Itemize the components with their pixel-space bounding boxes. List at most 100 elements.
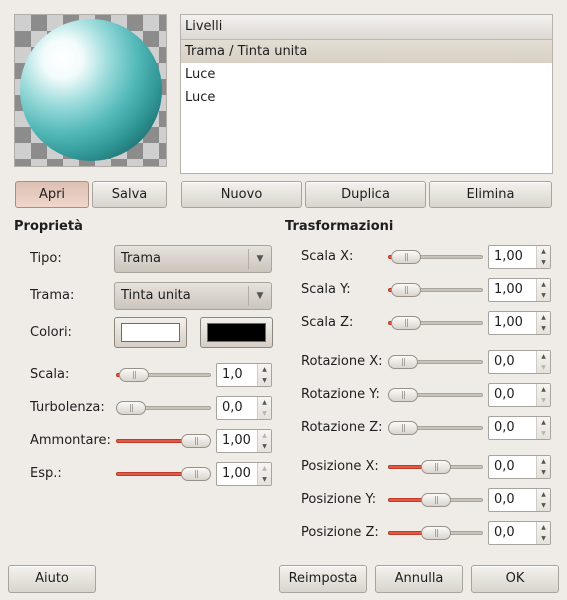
- rot-z-slider[interactable]: ||: [388, 420, 483, 436]
- slider-handle[interactable]: ||: [181, 467, 211, 481]
- cancel-button[interactable]: Annulla: [375, 565, 463, 593]
- rot-y-spinbutton[interactable]: 0,0 ▲ ▼: [488, 383, 551, 407]
- rot-x-spinbutton[interactable]: 0,0 ▲ ▼: [488, 350, 551, 374]
- spin-down-icon[interactable]: ▼: [537, 362, 550, 373]
- slider-handle[interactable]: ||: [391, 283, 421, 297]
- scale-z-value[interactable]: 1,00: [494, 312, 523, 334]
- pos-x-slider[interactable]: ||: [388, 459, 483, 475]
- layers-list[interactable]: Livelli Trama / Tinta unita Luce Luce: [180, 14, 553, 174]
- color1-button[interactable]: [114, 317, 187, 348]
- slider-handle[interactable]: ||: [391, 316, 421, 330]
- pos-y-value[interactable]: 0,0: [494, 489, 515, 511]
- scale-slider[interactable]: ||: [116, 367, 211, 383]
- spin-down-icon[interactable]: ▼: [537, 428, 550, 439]
- texture-label: Trama:: [30, 288, 75, 303]
- spin-up-icon[interactable]: ▲: [537, 489, 550, 500]
- spin-down-icon[interactable]: ▼: [258, 441, 271, 452]
- type-combo[interactable]: Trama ▼: [114, 245, 272, 273]
- slider-handle[interactable]: ||: [391, 250, 421, 264]
- pos-z-spinbutton[interactable]: 0,0 ▲ ▼: [488, 521, 551, 545]
- spin-up-icon[interactable]: ▲: [537, 246, 550, 257]
- spin-down-icon[interactable]: ▼: [258, 408, 271, 419]
- turbulence-slider[interactable]: ||: [116, 400, 211, 416]
- amount-slider[interactable]: ||: [116, 433, 211, 449]
- layer-item[interactable]: Luce: [181, 86, 552, 109]
- scale-spinbutton[interactable]: 1,0 ▲ ▼: [216, 363, 272, 387]
- color2-button[interactable]: [200, 317, 273, 348]
- spin-up-icon[interactable]: ▲: [537, 522, 550, 533]
- spin-up-icon[interactable]: ▲: [258, 364, 271, 375]
- rot-x-slider[interactable]: ||: [388, 354, 483, 370]
- spin-up-icon[interactable]: ▲: [537, 312, 550, 323]
- spin-up-icon[interactable]: ▲: [537, 384, 550, 395]
- slider-handle[interactable]: ||: [388, 388, 418, 402]
- pos-y-spinbutton[interactable]: 0,0 ▲ ▼: [488, 488, 551, 512]
- slider-handle[interactable]: ||: [181, 434, 211, 448]
- texture-combo[interactable]: Tinta unita ▼: [114, 282, 272, 310]
- amount-value[interactable]: 1,00: [222, 430, 251, 452]
- scale-y-slider[interactable]: ||: [388, 282, 483, 298]
- spin-down-icon[interactable]: ▼: [537, 395, 550, 406]
- slider-handle[interactable]: ||: [388, 355, 418, 369]
- spin-up-icon[interactable]: ▲: [537, 456, 550, 467]
- exp-slider[interactable]: ||: [116, 466, 211, 482]
- pos-x-value[interactable]: 0,0: [494, 456, 515, 478]
- scale-z-spinbutton[interactable]: 1,00 ▲ ▼: [488, 311, 551, 335]
- spin-up-icon[interactable]: ▲: [258, 397, 271, 408]
- scale-x-value[interactable]: 1,00: [494, 246, 523, 268]
- pos-y-slider[interactable]: ||: [388, 492, 483, 508]
- delete-layer-button[interactable]: Elimina: [429, 181, 552, 208]
- pos-x-spinbutton[interactable]: 0,0 ▲ ▼: [488, 455, 551, 479]
- slider-handle[interactable]: ||: [119, 368, 149, 382]
- slider-handle[interactable]: ||: [116, 401, 146, 415]
- scale-y-value[interactable]: 1,00: [494, 279, 523, 301]
- scale-x-slider[interactable]: ||: [388, 249, 483, 265]
- pos-z-value[interactable]: 0,0: [494, 522, 515, 544]
- rot-y-slider[interactable]: ||: [388, 387, 483, 403]
- amount-spinbutton[interactable]: 1,00 ▲ ▼: [216, 429, 272, 453]
- spin-up-icon[interactable]: ▲: [537, 279, 550, 290]
- turbulence-value[interactable]: 0,0: [222, 397, 243, 419]
- spin-down-icon[interactable]: ▼: [537, 467, 550, 478]
- slider-handle[interactable]: ||: [421, 493, 451, 507]
- spin-down-icon[interactable]: ▼: [537, 257, 550, 268]
- spin-up-icon[interactable]: ▲: [258, 463, 271, 474]
- pos-z-slider[interactable]: ||: [388, 525, 483, 541]
- scale-value[interactable]: 1,0: [222, 364, 243, 386]
- duplicate-layer-button[interactable]: Duplica: [305, 181, 426, 208]
- spin-down-icon[interactable]: ▼: [537, 290, 550, 301]
- rot-z-spinbutton[interactable]: 0,0 ▲ ▼: [488, 416, 551, 440]
- rot-y-label: Rotazione Y:: [301, 387, 380, 402]
- spin-down-icon[interactable]: ▼: [537, 500, 550, 511]
- spin-up-icon[interactable]: ▲: [537, 351, 550, 362]
- new-layer-button[interactable]: Nuovo: [181, 181, 302, 208]
- scale-y-spinbutton[interactable]: 1,00 ▲ ▼: [488, 278, 551, 302]
- save-button[interactable]: Salva: [92, 181, 167, 208]
- layer-item[interactable]: Luce: [181, 63, 552, 86]
- rot-z-value[interactable]: 0,0: [494, 417, 515, 439]
- turbulence-spinbutton[interactable]: 0,0 ▲ ▼: [216, 396, 272, 420]
- reset-button[interactable]: Reimposta: [279, 565, 367, 593]
- slider-handle[interactable]: ||: [388, 421, 418, 435]
- help-button[interactable]: Aiuto: [8, 565, 96, 593]
- spin-down-icon[interactable]: ▼: [537, 323, 550, 334]
- ok-button[interactable]: OK: [471, 565, 559, 593]
- spin-up-icon[interactable]: ▲: [537, 417, 550, 428]
- spin-down-icon[interactable]: ▼: [258, 474, 271, 485]
- scale-x-spinbutton[interactable]: 1,00 ▲ ▼: [488, 245, 551, 269]
- rot-y-value[interactable]: 0,0: [494, 384, 515, 406]
- scale-x-label: Scala X:: [301, 249, 354, 264]
- layers-header[interactable]: Livelli: [181, 15, 552, 40]
- spin-down-icon[interactable]: ▼: [537, 533, 550, 544]
- exp-value[interactable]: 1,00: [222, 463, 251, 485]
- spin-down-icon[interactable]: ▼: [258, 375, 271, 386]
- scale-y-label: Scala Y:: [301, 282, 351, 297]
- spin-up-icon[interactable]: ▲: [258, 430, 271, 441]
- exp-spinbutton[interactable]: 1,00 ▲ ▼: [216, 462, 272, 486]
- rot-x-value[interactable]: 0,0: [494, 351, 515, 373]
- scale-z-slider[interactable]: ||: [388, 315, 483, 331]
- slider-handle[interactable]: ||: [421, 460, 451, 474]
- layer-item[interactable]: Trama / Tinta unita: [181, 40, 552, 63]
- slider-handle[interactable]: ||: [421, 526, 451, 540]
- open-button[interactable]: Apri: [15, 181, 89, 208]
